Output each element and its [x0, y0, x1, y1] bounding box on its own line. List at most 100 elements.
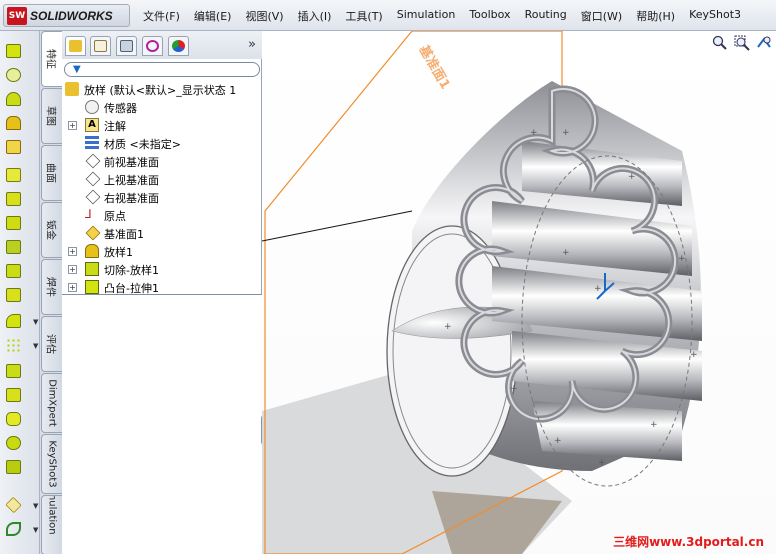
- origin-icon: ⅃: [85, 207, 92, 221]
- intersect-button[interactable]: [5, 459, 23, 476]
- zoom-to-fit-button[interactable]: [712, 35, 728, 51]
- tree-item-right-plane[interactable]: 右视基准面: [62, 189, 262, 206]
- expand-icon[interactable]: +: [68, 247, 77, 256]
- tab-sheet-metal[interactable]: 钣金: [41, 202, 62, 258]
- tree-item-origin[interactable]: ⅃ 原点: [62, 207, 262, 224]
- curves-button[interactable]: ▼: [5, 521, 38, 538]
- boundary-cut-button[interactable]: [5, 287, 23, 304]
- tree-item-sensors[interactable]: 传感器: [62, 99, 262, 116]
- feature-tree-filter[interactable]: ▼: [64, 62, 260, 77]
- zoom-area-icon: [734, 35, 750, 51]
- shell-button[interactable]: [5, 411, 23, 428]
- curves-icon: [6, 522, 21, 536]
- tab-features[interactable]: 特征: [41, 31, 62, 87]
- intersect-icon: [6, 460, 21, 474]
- expand-icon[interactable]: +: [68, 121, 77, 130]
- hole-wizard-button[interactable]: [5, 191, 23, 208]
- svg-text:+: +: [650, 420, 658, 430]
- tree-item-annotations[interactable]: + A 注解: [62, 117, 262, 134]
- tab-sketch-label: 草图: [44, 106, 56, 126]
- loft-icon: [85, 244, 99, 258]
- svg-text:+: +: [598, 458, 606, 468]
- expand-icon[interactable]: +: [68, 265, 77, 274]
- wrap-button[interactable]: [5, 435, 23, 452]
- fillet-button[interactable]: ▼: [5, 313, 38, 330]
- revolved-cut-button[interactable]: [5, 215, 23, 232]
- draft-icon: [6, 388, 21, 402]
- loft-circular-face: [386, 225, 518, 477]
- extrude-icon: [6, 44, 21, 58]
- menu-simulation[interactable]: Simulation: [390, 8, 463, 24]
- tab-dimxpert[interactable]: DimXpert: [41, 373, 62, 433]
- tree-item-label: 上视基准面: [104, 174, 159, 187]
- tree-item-label: 原点: [104, 210, 126, 223]
- tree-item-material[interactable]: 材质 <未指定>: [62, 135, 262, 152]
- lofted-cut-button[interactable]: [5, 263, 23, 280]
- tab-sketch[interactable]: 草图: [41, 88, 62, 144]
- boundary-icon: [6, 140, 21, 154]
- revolved-cut-icon: [6, 216, 21, 230]
- tab-simulation[interactable]: Simulation: [41, 495, 62, 554]
- lofted-boss-button[interactable]: [5, 115, 23, 132]
- tab-feature-tree[interactable]: [65, 36, 86, 56]
- tab-dimxpert-manager[interactable]: [142, 36, 163, 56]
- solidworks-logo[interactable]: SW SOLIDWORKS: [3, 4, 130, 27]
- command-manager-tabs: 特征 草图 曲面 钣金 焊件 评估 DimXpert KeyShot3 Simu…: [40, 31, 62, 554]
- tab-evaluate[interactable]: 评估: [41, 316, 62, 372]
- previous-view-button[interactable]: [756, 35, 772, 51]
- tab-property-manager[interactable]: [90, 36, 111, 56]
- tree-root[interactable]: 放样 (默认<默认>_显示状态 1: [62, 81, 262, 98]
- chevron-right-icon[interactable]: »: [248, 37, 256, 52]
- zoom-fit-icon: [712, 35, 727, 50]
- dropdown-arrow-icon[interactable]: ▼: [33, 526, 38, 534]
- tab-keyshot[interactable]: KeyShot3: [41, 434, 62, 494]
- tab-display-manager[interactable]: [168, 36, 189, 56]
- revolved-boss-button[interactable]: [5, 67, 23, 84]
- svg-text:+: +: [510, 384, 518, 394]
- dropdown-arrow-icon[interactable]: ▼: [33, 318, 38, 326]
- zoom-area-button[interactable]: [734, 35, 750, 51]
- tab-features-label: 特征: [44, 49, 56, 69]
- tree-item-label: 材质 <未指定>: [104, 138, 181, 151]
- swept-boss-button[interactable]: [5, 91, 23, 108]
- tree-item-label: 注解: [104, 120, 126, 133]
- dimxpert-icon: [146, 40, 159, 52]
- boundary-boss-button[interactable]: [5, 139, 23, 156]
- menu-toolbox[interactable]: Toolbox: [462, 8, 517, 24]
- tab-weldments[interactable]: 焊件: [41, 259, 62, 315]
- menu-help[interactable]: 帮助(H): [629, 8, 682, 24]
- menu-routing[interactable]: Routing: [518, 8, 574, 24]
- rib-button[interactable]: [5, 363, 23, 380]
- feature-manager-tabs: »: [62, 31, 262, 59]
- swept-cut-button[interactable]: [5, 239, 23, 256]
- dropdown-arrow-icon[interactable]: ▼: [33, 342, 38, 350]
- tree-item-loft1[interactable]: + 放样1: [62, 243, 262, 260]
- menu-keyshot[interactable]: KeyShot3: [682, 8, 748, 24]
- hole-wizard-icon: [6, 192, 21, 206]
- graphics-area[interactable]: + + + + + + + + + + + + 基准面1 三维网www.3dportal.cn: [262, 31, 776, 554]
- loft-icon: [6, 116, 21, 130]
- linear-pattern-button[interactable]: ▼: [5, 337, 38, 354]
- menu-view[interactable]: 视图(V): [238, 8, 290, 24]
- menu-insert[interactable]: 插入(I): [291, 8, 339, 24]
- menu-bar: SW SOLIDWORKS 文件(F) 编辑(E) 视图(V) 插入(I) 工具…: [0, 0, 776, 31]
- draft-button[interactable]: [5, 387, 23, 404]
- tree-item-cut-loft1[interactable]: + 切除-放样1: [62, 261, 262, 278]
- menu-tools[interactable]: 工具(T): [338, 8, 389, 24]
- tab-surfaces[interactable]: 曲面: [41, 145, 62, 201]
- tree-item-top-plane[interactable]: 上视基准面: [62, 171, 262, 188]
- tree-item-plane1[interactable]: 基准面1: [62, 225, 262, 242]
- menu-edit[interactable]: 编辑(E): [187, 8, 239, 24]
- reference-geometry-button[interactable]: ▼: [5, 496, 38, 514]
- menu-file[interactable]: 文件(F): [136, 8, 187, 24]
- boundary-cut-icon: [6, 288, 21, 302]
- extruded-cut-button[interactable]: [5, 167, 23, 184]
- tree-item-label: 基准面1: [104, 228, 144, 241]
- menu-window[interactable]: 窗口(W): [574, 8, 629, 24]
- expand-icon[interactable]: +: [68, 283, 77, 292]
- tab-evaluate-label: 评估: [44, 334, 56, 354]
- tab-configuration-manager[interactable]: [116, 36, 137, 56]
- dropdown-arrow-icon[interactable]: ▼: [33, 502, 38, 510]
- extruded-boss-button[interactable]: [5, 43, 23, 60]
- tree-item-front-plane[interactable]: 前视基准面: [62, 153, 262, 170]
